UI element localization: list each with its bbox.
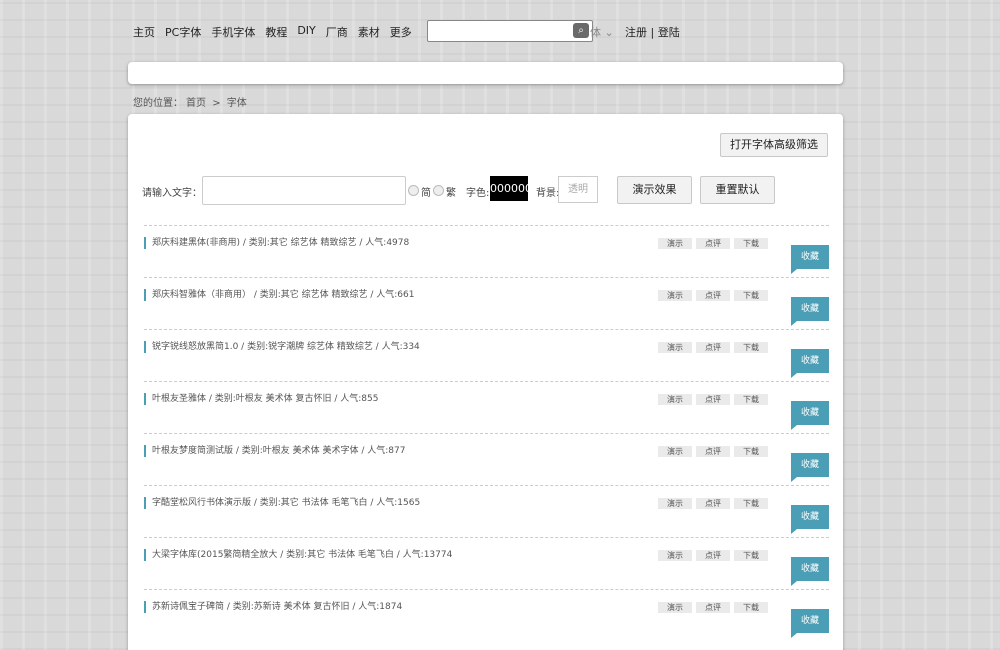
- banner-bar: [128, 62, 843, 84]
- advanced-filter-button[interactable]: 打开字体高级筛选: [720, 133, 828, 157]
- search-icon[interactable]: ⌕: [573, 23, 589, 38]
- comment-button[interactable]: 点评: [696, 550, 730, 561]
- favorite-button[interactable]: 收藏: [791, 297, 829, 326]
- font-title[interactable]: 苏新诗佩宝子碑简 / 类别:苏新诗 美术体 复古怀旧 / 人气:1874: [144, 601, 402, 613]
- preview-text-input[interactable]: [202, 176, 406, 205]
- favorite-button[interactable]: 收藏: [791, 401, 829, 430]
- list-item: 锐字锐线怒放黑简1.0 / 类别:锐字潮牌 综艺体 精致综艺 / 人气:334 …: [144, 329, 829, 381]
- demo-button[interactable]: 演示: [658, 602, 692, 613]
- favorite-button[interactable]: 收藏: [791, 505, 829, 534]
- download-button[interactable]: 下载: [734, 602, 768, 613]
- demo-button[interactable]: 演示: [658, 394, 692, 405]
- background-label: 背景:: [536, 188, 560, 199]
- font-title[interactable]: 郑庆科建黑体(非商用) / 类别:其它 综艺体 精致综艺 / 人气:4978: [144, 237, 409, 249]
- nav-item-mobile-fonts[interactable]: 手机字体: [211, 24, 255, 40]
- search-input[interactable]: [428, 21, 574, 41]
- comment-button[interactable]: 点评: [696, 394, 730, 405]
- nav-item-tutorials[interactable]: 教程: [265, 24, 287, 40]
- traditional-radio[interactable]: [433, 185, 444, 196]
- breadcrumb-prefix: 您的位置：: [133, 98, 183, 109]
- favorite-button[interactable]: 收藏: [791, 609, 829, 638]
- demo-button[interactable]: 演示: [658, 446, 692, 457]
- auth-links: 注册 | 登陆: [625, 24, 680, 40]
- font-title[interactable]: 锐字锐线怒放黑简1.0 / 类别:锐字潮牌 综艺体 精致综艺 / 人气:334: [144, 341, 420, 353]
- font-title[interactable]: 字酷堂松风行书体演示版 / 类别:其它 书法体 毛笔飞白 / 人气:1565: [144, 497, 420, 509]
- demo-effect-button[interactable]: 演示效果: [617, 176, 692, 204]
- font-title[interactable]: 大梁字体库(2015繁简精全放大 / 类别:其它 书法体 毛笔飞白 / 人气:1…: [144, 549, 452, 561]
- demo-button[interactable]: 演示: [658, 550, 692, 561]
- list-item: 叶根友梦度简测试版 / 类别:叶根友 美术体 美术字体 / 人气:877 演示 …: [144, 433, 829, 485]
- font-list: 郑庆科建黑体(非商用) / 类别:其它 综艺体 精致综艺 / 人气:4978 演…: [144, 225, 829, 641]
- comment-button[interactable]: 点评: [696, 342, 730, 353]
- nav-item-more[interactable]: 更多: [390, 24, 412, 40]
- list-item: 字酷堂松风行书体演示版 / 类别:其它 书法体 毛笔飞白 / 人气:1565 演…: [144, 485, 829, 537]
- breadcrumb-current[interactable]: 字体: [227, 98, 247, 109]
- comment-button[interactable]: 点评: [696, 446, 730, 457]
- comment-button[interactable]: 点评: [696, 238, 730, 249]
- favorite-button[interactable]: 收藏: [791, 245, 829, 274]
- comment-button[interactable]: 点评: [696, 498, 730, 509]
- register-link[interactable]: 注册: [625, 26, 647, 39]
- list-item: 叶根友圣雅体 / 类别:叶根友 美术体 复古怀旧 / 人气:855 演示 点评 …: [144, 381, 829, 433]
- breadcrumb-separator: >: [212, 98, 221, 109]
- font-color-label: 字色:: [466, 188, 490, 199]
- download-button[interactable]: 下载: [734, 550, 768, 561]
- nav-item-home[interactable]: 主页: [133, 24, 155, 40]
- download-button[interactable]: 下载: [734, 342, 768, 353]
- search-type-dropdown[interactable]: 体 ⌄: [590, 24, 614, 40]
- nav-item-pc-fonts[interactable]: PC字体: [165, 24, 201, 40]
- font-title[interactable]: 叶根友梦度简测试版 / 类别:叶根友 美术体 美术字体 / 人气:877: [144, 445, 405, 457]
- breadcrumb-home[interactable]: 首页: [186, 98, 206, 109]
- list-item: 郑庆科建黑体(非商用) / 类别:其它 综艺体 精致综艺 / 人气:4978 演…: [144, 225, 829, 277]
- list-item: 郑庆科智雅体（非商用） / 类别:其它 综艺体 精致综艺 / 人气:661 演示…: [144, 277, 829, 329]
- nav-item-diy[interactable]: DIY: [297, 24, 315, 40]
- favorite-button[interactable]: 收藏: [791, 453, 829, 482]
- download-button[interactable]: 下载: [734, 290, 768, 301]
- simplified-label: 简: [421, 188, 431, 199]
- font-color-picker[interactable]: 000000: [490, 176, 532, 201]
- download-button[interactable]: 下载: [734, 394, 768, 405]
- comment-button[interactable]: 点评: [696, 290, 730, 301]
- search-box: ⌕: [427, 20, 593, 42]
- favorite-button[interactable]: 收藏: [791, 349, 829, 378]
- breadcrumb: 您的位置： 首页 > 字体: [133, 94, 250, 109]
- list-item: 大梁字体库(2015繁简精全放大 / 类别:其它 书法体 毛笔飞白 / 人气:1…: [144, 537, 829, 589]
- simplified-radio[interactable]: [408, 185, 419, 196]
- auth-separator: |: [650, 26, 655, 39]
- background-input[interactable]: 透明: [558, 176, 598, 203]
- font-title[interactable]: 郑庆科智雅体（非商用） / 类别:其它 综艺体 精致综艺 / 人气:661: [144, 289, 414, 301]
- font-list-panel: 打开字体高级筛选 请输入文字： 简 繁 字色: 000000 背景: 透明 演示…: [128, 114, 843, 650]
- top-nav: 主页 PC字体 手机字体 教程 DIY 厂商 素材 更多: [133, 24, 422, 40]
- demo-button[interactable]: 演示: [658, 498, 692, 509]
- demo-button[interactable]: 演示: [658, 238, 692, 249]
- demo-button[interactable]: 演示: [658, 342, 692, 353]
- demo-button[interactable]: 演示: [658, 290, 692, 301]
- download-button[interactable]: 下载: [734, 238, 768, 249]
- traditional-label: 繁: [446, 188, 456, 199]
- download-button[interactable]: 下载: [734, 446, 768, 457]
- comment-button[interactable]: 点评: [696, 602, 730, 613]
- list-item: 苏新诗佩宝子碑简 / 类别:苏新诗 美术体 复古怀旧 / 人气:1874 演示 …: [144, 589, 829, 641]
- text-input-label: 请输入文字：: [142, 188, 202, 199]
- favorite-button[interactable]: 收藏: [791, 557, 829, 586]
- login-link[interactable]: 登陆: [658, 26, 680, 39]
- download-button[interactable]: 下载: [734, 498, 768, 509]
- nav-item-materials[interactable]: 素材: [358, 24, 380, 40]
- nav-item-vendors[interactable]: 厂商: [326, 24, 348, 40]
- font-title[interactable]: 叶根友圣雅体 / 类别:叶根友 美术体 复古怀旧 / 人气:855: [144, 393, 378, 405]
- reset-default-button[interactable]: 重置默认: [700, 176, 775, 204]
